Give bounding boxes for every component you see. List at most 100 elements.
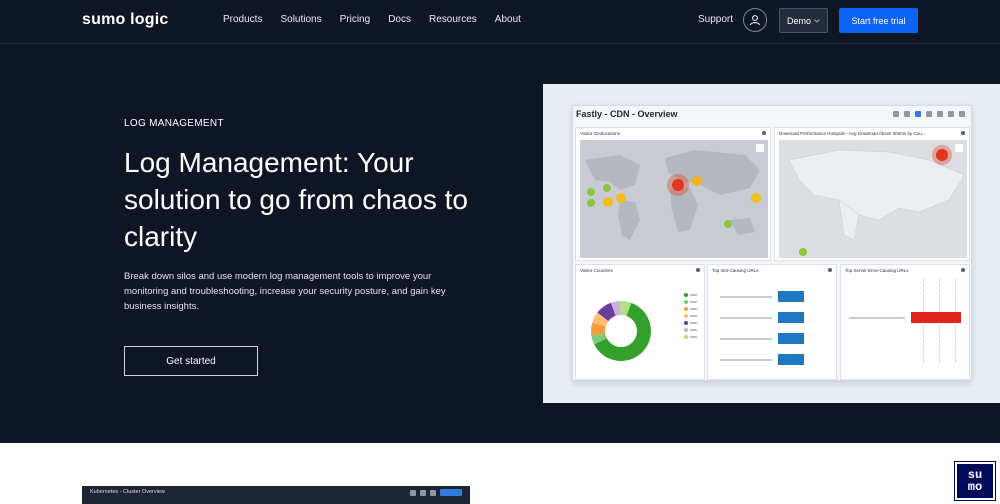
edit-icon [904, 111, 910, 117]
dashboard-toolbar [893, 111, 965, 117]
legend-swatch [684, 306, 688, 311]
panel-title-perf: Download Performance Hotspots - Avg Down… [779, 131, 926, 136]
support-link[interactable]: Support [698, 14, 733, 25]
panel-top-server-errors: Top Server Error-Causing URLs [840, 264, 970, 380]
user-icon [750, 15, 760, 26]
cluster-red-core [672, 179, 684, 191]
cluster-yellow-1 [616, 193, 626, 203]
kubernetes-title: Kubernetes - Cluster Overview [90, 489, 165, 495]
hero-description: Break down silos and use modern log mana… [124, 271, 446, 312]
bar [778, 291, 804, 302]
donut-legend [684, 291, 697, 340]
legend-label-line [690, 293, 697, 296]
cluster-yellow-2 [603, 197, 613, 207]
asia-map [779, 140, 967, 258]
dashboard-screenshot: Fastly - CDN - Overview Visitor Geolocat… [543, 84, 1000, 403]
legend-swatch [684, 327, 688, 332]
cluster-yellow-3 [751, 193, 761, 203]
info-icon [696, 268, 700, 272]
nav-resources[interactable]: Resources [429, 14, 477, 25]
nav-pricing[interactable]: Pricing [340, 14, 371, 25]
time-range-icon [959, 111, 965, 117]
account-button[interactable] [743, 8, 767, 32]
legend-label-line [690, 307, 697, 310]
demo-label: Demo [786, 15, 811, 26]
main-menu: Products Solutions Pricing Docs Resource… [223, 14, 539, 25]
nav-docs[interactable]: Docs [388, 14, 411, 25]
legend-entry [684, 298, 697, 305]
kubernetes-dashboard-preview: Kubernetes - Cluster Overview [82, 486, 470, 504]
bar [778, 312, 804, 323]
legend-entry [684, 333, 697, 340]
bar [778, 333, 804, 344]
legend-entry [684, 305, 697, 312]
live-mode-icon [893, 111, 899, 117]
panel-visitor-countries: Visitor Countries [575, 264, 705, 380]
panel-visitor-geolocations: Visitor Geolocations [575, 127, 771, 261]
bar [778, 354, 804, 365]
info-icon [828, 268, 832, 272]
legend-swatch [684, 320, 688, 325]
panel-title-geo: Visitor Geolocations [580, 131, 620, 136]
legend-entry [684, 312, 697, 319]
refresh-icon [937, 111, 943, 117]
map-graphic [585, 150, 761, 240]
map-graphic [788, 145, 965, 256]
legend-swatch [684, 313, 688, 318]
legend-entry [684, 291, 697, 298]
cluster-green-3 [587, 199, 595, 207]
bar [911, 312, 961, 323]
demo-dropdown[interactable]: Demo [779, 8, 828, 33]
legend-entry [684, 319, 697, 326]
bar-label-placeholder [720, 337, 772, 340]
hero-section: LOG MANAGEMENT Log Management: Your solu… [0, 44, 1000, 443]
share-icon [420, 489, 426, 496]
get-started-button[interactable]: Get started [124, 346, 258, 376]
start-free-trial-button[interactable]: Start free trial [839, 8, 918, 33]
chevron-down-icon [814, 18, 820, 23]
kubernetes-toolbar [410, 489, 462, 496]
cluster-green-1 [587, 188, 595, 196]
hero-headline: Log Management: Your solution to go from… [124, 147, 468, 252]
nav-products[interactable]: Products [223, 14, 262, 25]
legend-entry [684, 326, 697, 333]
refresh-icon [430, 489, 436, 496]
badge-line-2: mo [967, 480, 983, 494]
legend-label-line [690, 314, 697, 317]
panel-download-performance: Download Performance Hotspots - Avg Down… [774, 127, 970, 261]
legend-swatch [684, 292, 688, 297]
nav-solutions[interactable]: Solutions [280, 14, 321, 25]
add-panel-button[interactable] [440, 489, 462, 496]
bar-label-placeholder [720, 316, 772, 319]
panel-title-404: Top 404-Causing URLs [712, 268, 759, 273]
info-icon [762, 131, 766, 135]
hotspot-red-core [936, 149, 948, 161]
cluster-green-4 [724, 220, 732, 228]
panel-top-404-urls: Top 404-Causing URLs [707, 264, 837, 380]
cluster-orange [692, 176, 702, 186]
expand-icon[interactable] [756, 144, 764, 152]
filter-icon [915, 111, 921, 117]
dashboard-window: Fastly - CDN - Overview Visitor Geolocat… [572, 105, 972, 381]
eyebrow-label: LOG MANAGEMENT [124, 118, 224, 129]
panel-title-countries: Visitor Countries [580, 268, 613, 273]
legend-label-line [690, 335, 697, 338]
legend-label-line [690, 300, 697, 303]
nav-about[interactable]: About [495, 14, 521, 25]
bar-label-placeholder [720, 295, 772, 298]
bar-label-placeholder [720, 358, 772, 361]
sumo-chat-badge[interactable]: su mo [954, 461, 996, 501]
more-icon [948, 111, 954, 117]
sumo-logic-logo[interactable]: sumo logic [82, 11, 168, 29]
legend-label-line [690, 321, 697, 324]
hotspot-green [799, 248, 807, 256]
world-map-geo [580, 140, 768, 258]
expand-icon[interactable] [955, 144, 963, 152]
panel-title-errors: Top Server Error-Causing URLs [845, 268, 909, 273]
top-navigation: sumo logic Products Solutions Pricing Do… [0, 0, 1000, 44]
cluster-green-2 [603, 184, 611, 192]
info-icon [961, 268, 965, 272]
info-icon [961, 131, 965, 135]
share-icon [926, 111, 932, 117]
bar-label-placeholder [849, 317, 905, 319]
